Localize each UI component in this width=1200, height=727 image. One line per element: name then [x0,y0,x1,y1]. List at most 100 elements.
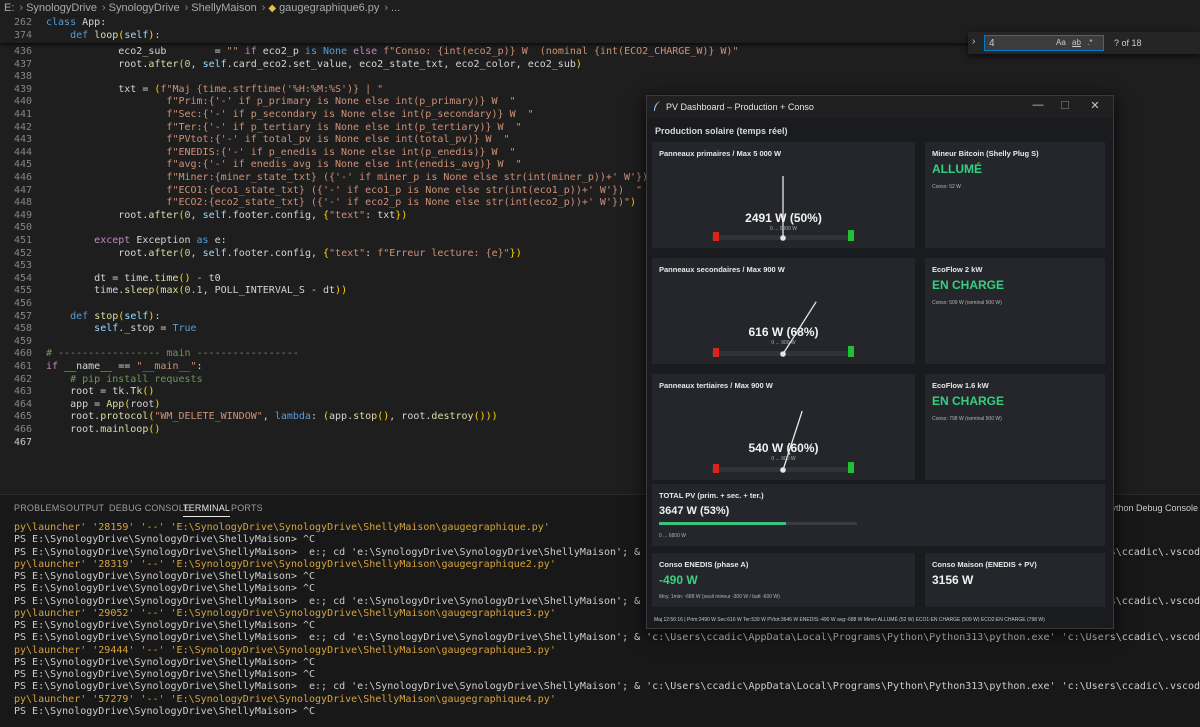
breadcrumb-item[interactable]: ShellyMaison [191,2,256,14]
code-text: f"ENEDIS:{'-' if p_enedis is None else i… [166,146,516,158]
line-number: 446 [13,172,32,183]
whole-word-toggle[interactable]: ab [1072,38,1081,47]
total-title: TOTAL PV (prim. + sec. + ter.) [659,491,764,500]
gauge-card-secondary: Panneaux secondaires / Max 900 W 616 W (… [652,258,915,364]
line-number: 442 [13,121,32,133]
sticky-line[interactable]: 262 class App: [0,17,1200,30]
line-number: 463 [13,386,32,398]
gauge-min-marker [713,348,719,357]
code-text: dt = time.time() - t0 [46,272,221,284]
line-number: 440 [13,96,32,108]
gauge-max-marker [848,346,854,357]
code-text: f"ECO2:{eco2_state_txt} ({'-' if eco2_p … [166,197,637,209]
line-number: 436 [13,46,32,57]
terminal-line: py\launcher' '57279' '--' 'E:\SynologyDr… [14,693,556,705]
code-text: f"avg:{'-' if enedis_avg is None else in… [166,159,522,171]
gauge-title: Panneaux primaires / Max 5 000 W [659,149,782,158]
gauge-card-primary: Panneaux primaires / Max 5 000 W 2491 W … [652,142,915,248]
line-number: 460 [13,348,32,360]
code-text: def stop(self): [70,310,161,322]
maison-value: 3156 W [932,573,974,587]
toggle-replace-icon[interactable]: › [972,36,975,47]
maison-title: Conso Maison (ENEDIS + PV) [932,560,1037,569]
code-text: eco2_sub = "" if eco2_p is None else f"C… [46,46,739,57]
line-number: 455 [13,285,32,297]
maximize-button[interactable]: ☐ [1050,99,1080,112]
gauge-max-marker [848,462,854,473]
total-range: 0 ... 6800 W [659,533,686,539]
match-case-toggle[interactable]: Aa [1056,38,1066,47]
code-text: except Exception as e: [94,235,227,246]
breadcrumb-item[interactable]: gaugegraphique6.py [279,2,379,14]
total-pv-card: TOTAL PV (prim. + sec. + ter.) 3647 W (5… [652,484,1105,546]
breadcrumb-item[interactable]: SynologyDrive [26,2,97,14]
breadcrumb-item[interactable]: ... [391,2,400,14]
line-number: 454 [13,272,32,284]
terminal-line: PS E:\SynologyDrive\SynologyDrive\Shelly… [14,669,316,680]
find-match-count: ? of 18 [1114,38,1142,48]
breadcrumb-separator: › [102,2,106,14]
line-number: 441 [13,109,32,120]
tab-terminal[interactable]: TERMINAL [183,503,231,517]
window-title: PV Dashboard – Production + Conso [666,102,814,112]
close-button[interactable]: ✕ [1080,99,1110,112]
code-text: root.after(0, self.footer.config, {"text… [46,247,522,259]
gauge-pivot [780,467,786,473]
gauge-min-marker [713,464,719,473]
regex-toggle[interactable]: .* [1087,38,1092,47]
state-card-ecoflow16: EcoFlow 1.6 kW EN CHARGE Conso: 798 W (n… [925,374,1105,480]
line-number: 439 [13,83,32,95]
pv-dashboard-window: PV Dashboard – Production + Conso — ☐ ✕ … [646,95,1114,629]
code-text: # pip install requests [46,373,203,385]
terminal-line: py\launcher' '29444' '--' 'E:\SynologyDr… [14,644,556,656]
minimize-button[interactable]: — [1023,99,1053,111]
tab-problems[interactable]: PROBLEMS [14,503,66,513]
python-file-icon: ◆ [268,3,277,14]
breadcrumb-separator: › [261,2,266,14]
breadcrumb-item[interactable]: SynologyDrive [109,2,180,14]
enedis-card: Conso ENEDIS (phase A) -490 W Moy. 1min:… [652,553,915,607]
line-number: 459 [13,335,32,347]
code-text: def loop(self): [70,29,161,41]
state-sub: Conso: 509 W (nominal 500 W) [932,300,1002,306]
code-text: class App: [46,17,107,28]
gauge-title: Panneaux secondaires / Max 900 W [659,265,785,274]
gauge-pivot [780,235,786,241]
gauge-value: 2491 W (50%) [745,211,822,225]
code-text: app = App(root) [46,398,161,410]
gauge-title: Panneaux tertiaires / Max 900 W [659,381,773,390]
code-text: # ----------------- main ---------------… [46,348,299,360]
gauge-value: 540 W (60%) [748,441,819,455]
breadcrumb-item[interactable]: E: [4,2,14,14]
code-text: self._stop = True [94,323,197,335]
dashboard-body: Production solaire (temps réel) Panneaux… [647,118,1113,628]
code-text: f"Miner:{miner_state_txt} ({'-' if miner… [166,172,667,183]
python-debug-console-label: Python Debug Console [1105,503,1198,513]
state-value: EN CHARGE [932,278,1005,292]
line-number: 465 [13,411,32,423]
line-number: 466 [13,424,32,435]
maison-card: Conso Maison (ENEDIS + PV) 3156 W [925,553,1105,607]
code-text: f"ECO1:{eco1_state_txt} ({'-' if eco1_p … [166,184,643,196]
terminal-line: PS E:\SynologyDrive\SynologyDrive\Shelly… [14,632,1200,644]
gauge-range: 0 ... 900 W [771,456,796,462]
line-number: 467 [13,436,32,448]
state-value: ALLUMÉ [932,162,982,176]
enedis-title: Conso ENEDIS (phase A) [659,560,749,569]
tab-debug-console[interactable]: DEBUG CONSOLE [109,503,190,513]
code-line[interactable]: 438 [0,71,1200,84]
status-footer: Maj 12:56:16 | Prim:2490 W Sec:616 W Ter… [654,617,1045,623]
state-title: EcoFlow 1.6 kW [932,381,989,390]
total-progress-fill [659,522,786,525]
window-titlebar[interactable]: PV Dashboard – Production + Conso — ☐ ✕ [647,96,1113,118]
tab-ports[interactable]: PORTS [231,503,263,513]
state-card-miner: Mineur Bitcoin (Shelly Plug S) ALLUMÉ Co… [925,142,1105,248]
code-text: f"Sec:{'-' if p_secondary is None else i… [166,109,534,120]
state-value: EN CHARGE [932,394,1005,408]
code-line[interactable]: 437 root.after(0, self.card_eco2.set_val… [0,59,1200,72]
line-number: 450 [13,222,32,234]
line-number: 374 [13,29,32,41]
state-title: Mineur Bitcoin (Shelly Plug S) [932,149,1039,158]
tab-output[interactable]: OUTPUT [66,503,104,513]
line-number: 444 [13,146,32,158]
